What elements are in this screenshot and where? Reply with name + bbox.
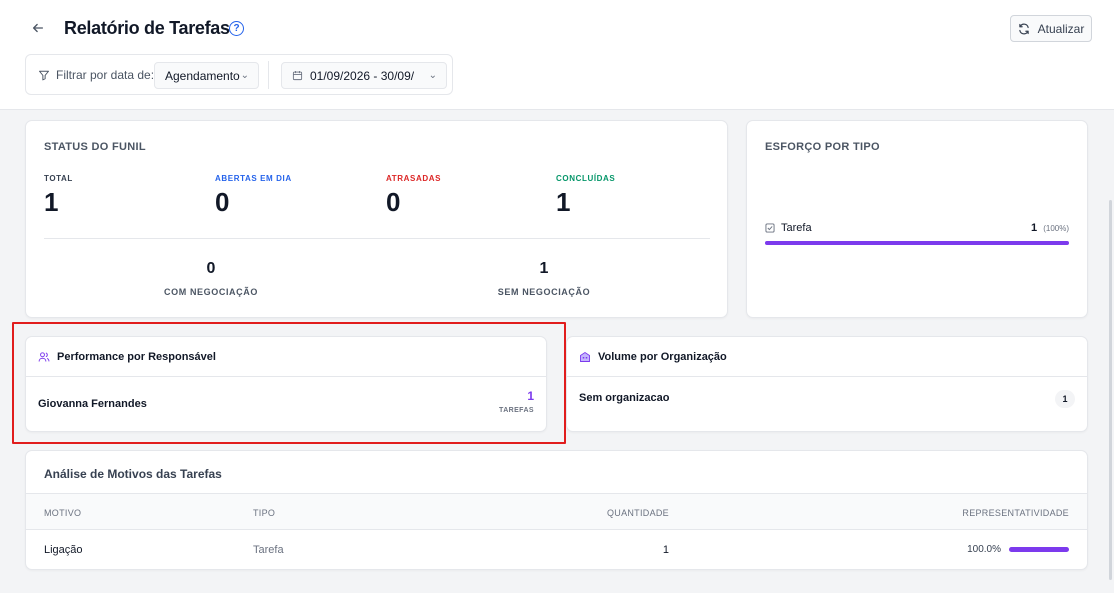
without-deal-label: SEM NEGOCIAÇÃO: [497, 287, 591, 297]
performance-by-owner-card: Performance por Responsável Giovanna Fer…: [25, 336, 547, 432]
stat-open-value: 0: [215, 187, 230, 217]
users-icon: [38, 351, 50, 362]
top-bar: Relatório de Tarefas ? Atualizar Filtrar…: [0, 0, 1114, 110]
row-quantidade: 1: [662, 544, 669, 556]
volume-header: Volume por Organização: [567, 337, 1087, 377]
owner-task-count: 1: [527, 389, 534, 403]
stat-total-label: TOTAL: [44, 174, 73, 183]
effort-item-label: Tarefa: [781, 222, 812, 234]
question-circle-icon[interactable]: ?: [229, 21, 244, 36]
org-name: Sem organizacao: [579, 392, 670, 404]
filter-separator: [268, 61, 269, 89]
col-representatividade: REPRESENTATIVIDADE: [962, 508, 1069, 518]
org-count-badge: 1: [1055, 390, 1075, 408]
with-deal-label: COM NEGOCIAÇÃO: [164, 287, 258, 297]
effort-item-count: 1: [1031, 222, 1038, 234]
without-deal-value: 1: [539, 260, 549, 277]
scrollbar[interactable]: [1109, 200, 1112, 580]
stat-late-label: ATRASADAS: [386, 174, 442, 183]
volume-by-org-card: Volume por Organização Sem organizacao 1: [566, 336, 1088, 432]
effort-by-type-card: ESFORÇO POR TIPO Tarefa 1 (100%): [746, 120, 1088, 318]
date-field-select[interactable]: Agendamento ⌄: [154, 62, 259, 89]
row-tipo: Tarefa: [253, 544, 284, 556]
stat-total-value: 1: [44, 187, 59, 217]
row-representatividade: 100.0%: [967, 544, 1001, 555]
volume-title: Volume por Organização: [598, 350, 727, 363]
back-button[interactable]: [28, 18, 48, 38]
effort-item-percent: (100%): [1043, 224, 1069, 233]
effort-progress-fill: [765, 241, 1069, 245]
refresh-label: Atualizar: [1037, 21, 1085, 36]
calendar-icon: [292, 71, 303, 81]
date-filter-bar: Filtrar por data de: Agendamento ⌄ 01/09…: [25, 54, 453, 95]
refresh-icon: [1018, 23, 1029, 34]
arrow-left-icon: [32, 23, 44, 33]
stat-done-value: 1: [556, 187, 571, 217]
owner-name: Giovanna Fernandes: [38, 398, 147, 410]
reasons-title: Análise de Motivos das Tarefas: [44, 467, 222, 481]
performance-header: Performance por Responsável: [26, 337, 546, 377]
col-tipo: TIPO: [253, 508, 276, 518]
refresh-button[interactable]: Atualizar: [1010, 15, 1092, 42]
filter-label-text: Filtrar por data de:: [56, 68, 155, 82]
chevron-down-icon: ⌄: [428, 70, 437, 81]
effort-progress-track: [765, 241, 1069, 245]
funnel-divider: [44, 238, 710, 239]
reasons-table-header: MOTIVO TIPO QUANTIDADE REPRESENTATIVIDAD…: [26, 493, 1087, 530]
checkbox-icon: [765, 223, 775, 233]
chevron-down-icon: ⌄: [240, 70, 249, 81]
row-motivo: Ligação: [44, 544, 83, 556]
stat-open-label: ABERTAS EM DIA: [215, 174, 292, 183]
stat-done-label: CONCLUÍDAS: [556, 174, 616, 183]
row-representatividade-bar: [1009, 547, 1069, 552]
date-range-picker[interactable]: 01/09/2026 - 30/09/2026 ⌄: [281, 62, 447, 89]
reasons-analysis-card: Análise de Motivos das Tarefas MOTIVO TI…: [25, 450, 1088, 570]
filter-icon: [39, 70, 49, 81]
effort-item: Tarefa: [765, 222, 812, 234]
with-deal-value: 0: [206, 260, 216, 277]
date-field-value: Agendamento: [165, 68, 240, 83]
performance-title: Performance por Responsável: [57, 350, 216, 363]
effort-title: ESFORÇO POR TIPO: [765, 141, 880, 153]
page-title: Relatório de Tarefas: [64, 18, 230, 38]
filter-label: Filtrar por data de:: [38, 68, 154, 82]
col-quantidade: QUANTIDADE: [606, 508, 669, 518]
row-representatividade-fill: [1009, 547, 1069, 552]
owner-task-unit: TAREFAS: [499, 407, 534, 414]
funnel-status-card: STATUS DO FUNIL TOTAL 1 ABERTAS EM DIA 0…: [25, 120, 728, 318]
stat-late-value: 0: [386, 187, 401, 217]
building-icon: [580, 351, 590, 362]
funnel-title: STATUS DO FUNIL: [44, 141, 146, 153]
date-range-value: 01/09/2026 - 30/09/2026: [310, 68, 414, 83]
effort-item-stats: 1 (100%): [1031, 222, 1069, 234]
col-motivo: MOTIVO: [44, 508, 82, 518]
